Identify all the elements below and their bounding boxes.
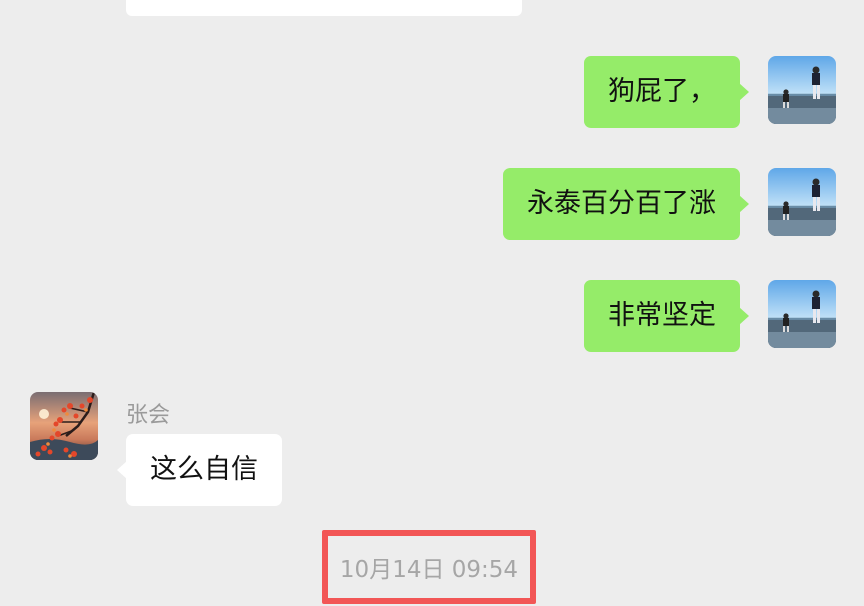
outgoing-message-bubble[interactable]: 狗屁了， — [584, 56, 749, 128]
message-timestamp: 10月14日 09:54 — [339, 557, 519, 583]
chat-message-list[interactable]: 狗屁了， 永泰百分百了涨 非常坚定 张会 这么自信 10月14日 09:54 — [0, 0, 864, 606]
sender-name: 张会 — [126, 403, 171, 428]
timestamp-highlight-box: 10月14日 09:54 — [322, 530, 536, 604]
beach-photo-avatar[interactable] — [768, 280, 836, 348]
sunset-tree-avatar[interactable] — [30, 392, 98, 460]
incoming-message-bubble[interactable]: 这么自信 — [117, 434, 282, 506]
beach-photo-avatar[interactable] — [768, 168, 836, 236]
outgoing-message-bubble[interactable]: 非常坚定 — [584, 280, 749, 352]
previous-message-bubble[interactable] — [126, 0, 522, 16]
outgoing-message-bubble[interactable]: 永泰百分百了涨 — [503, 168, 749, 240]
beach-photo-avatar[interactable] — [768, 56, 836, 124]
